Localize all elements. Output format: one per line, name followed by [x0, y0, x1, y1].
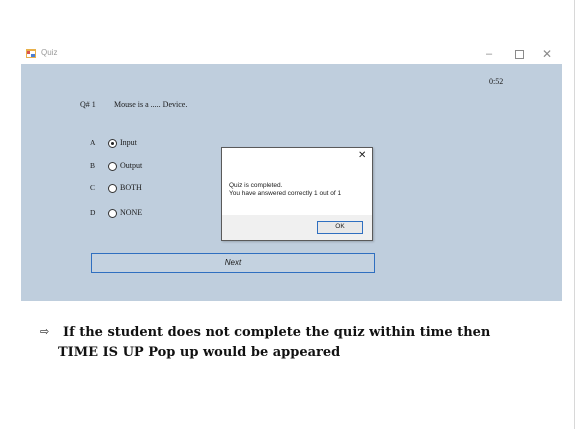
question-number: Q# 1	[80, 100, 96, 109]
option-label-output[interactable]: Output	[120, 161, 142, 170]
quiz-window: Quiz – ✕ 0:52 Q# 1 Mouse is a ..... Devi…	[21, 44, 562, 301]
option-label-both[interactable]: BOTH	[120, 183, 142, 192]
option-letter-d: D	[90, 208, 96, 217]
note-line-1: If the student does not complete the qui…	[63, 325, 491, 340]
option-radio-input[interactable]	[108, 139, 117, 148]
message-line-2: You have answered correctly 1 out of 1	[229, 190, 342, 197]
message-text: Quiz is completed. You have answered cor…	[229, 182, 341, 198]
ok-button[interactable]: OK	[317, 221, 363, 234]
option-letter-c: C	[90, 183, 96, 192]
note-line-2: TIME IS UP Pop up would be appeared	[58, 345, 341, 360]
option-radio-both[interactable]	[108, 184, 117, 193]
form-icon	[26, 49, 36, 58]
note-text: If the student does not complete the qui…	[58, 323, 528, 363]
arrow-bullet-icon: ⇨	[40, 326, 50, 338]
maximize-icon	[514, 50, 524, 59]
quiz-form: 0:52 Q# 1 Mouse is a ..... Device. A Inp…	[21, 64, 562, 301]
message-close-button[interactable]: ✕	[358, 151, 366, 161]
option-radio-output[interactable]	[108, 162, 117, 171]
maximize-button[interactable]	[511, 46, 527, 62]
option-letter-a: A	[90, 138, 96, 147]
next-button[interactable]: Next	[91, 253, 375, 273]
option-label-none[interactable]: NONE	[120, 208, 142, 217]
option-label-input[interactable]: Input	[120, 138, 137, 147]
window-title: Quiz	[41, 48, 58, 57]
close-button[interactable]: ✕	[539, 46, 555, 62]
next-button-label: Next	[224, 258, 242, 267]
result-message-box: ✕ Quiz is completed. You have answered c…	[221, 147, 373, 241]
message-line-1: Quiz is completed.	[229, 182, 283, 189]
page-edge-divider	[574, 0, 575, 429]
title-bar: Quiz – ✕	[21, 44, 562, 64]
option-radio-none[interactable]	[108, 209, 117, 218]
question-text: Mouse is a ..... Device.	[114, 100, 188, 109]
minimize-button[interactable]: –	[481, 46, 497, 62]
option-letter-b: B	[90, 161, 96, 170]
ok-button-label: OK	[335, 223, 345, 230]
timer-label: 0:52	[489, 77, 504, 86]
message-footer: OK	[222, 215, 372, 240]
